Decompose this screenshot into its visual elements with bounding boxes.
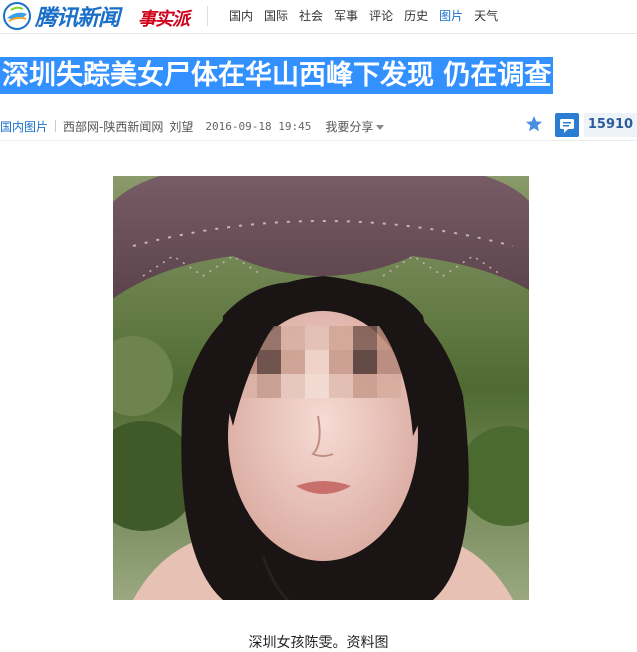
nav-item-military[interactable]: 军事 (334, 8, 358, 24)
nav-item-society[interactable]: 社会 (299, 8, 323, 24)
tencent-logo-icon (2, 1, 32, 31)
meta-divider (55, 120, 57, 132)
comment-icon[interactable] (555, 113, 579, 137)
photo-caption: 深圳女孩陈雯。资料图 (248, 635, 389, 651)
comment-count[interactable]: 15910 (584, 113, 637, 137)
logo-text: 腾讯新闻 (35, 6, 120, 31)
category-link[interactable]: 国内图片 (0, 118, 48, 135)
caret-down-icon (376, 124, 385, 130)
article-photo (113, 176, 529, 600)
nav-item-international[interactable]: 国际 (264, 8, 288, 24)
header-divider (207, 6, 208, 26)
nav-item-commentary[interactable]: 评论 (369, 8, 393, 24)
share-button[interactable]: 我要分享 (325, 118, 385, 135)
nav-item-history[interactable]: 历史 (404, 8, 428, 24)
brand-shishipai[interactable]: 事实派 (138, 5, 190, 31)
publish-time: 2016-09-18 19:45 (205, 119, 312, 133)
article-title: 深圳失踪美女尸体在华山西峰下发现 仍在调查 (0, 57, 554, 94)
author-name: 刘望 (169, 119, 194, 134)
share-label: 我要分享 (325, 119, 374, 134)
nav-item-pictures[interactable]: 图片 (439, 8, 463, 24)
nav-item-domestic[interactable]: 国内 (229, 8, 253, 24)
top-bar: 腾讯新闻 事实派 国内 国际 社会 军事 评论 历史 图片 天气 (0, 0, 637, 34)
channel-nav: 国内 国际 社会 军事 评论 历史 图片 天气 (229, 8, 509, 24)
star-icon[interactable] (525, 115, 543, 133)
tencent-news-logo[interactable]: 腾讯新闻 (2, 1, 120, 31)
source-name: 西部网-陕西新闻网 (63, 119, 164, 134)
article-title-wrap: 深圳失踪美女尸体在华山西峰下发现 仍在调查 (0, 57, 554, 94)
nav-item-weather[interactable]: 天气 (474, 8, 498, 24)
meta-divider-line (0, 140, 637, 141)
